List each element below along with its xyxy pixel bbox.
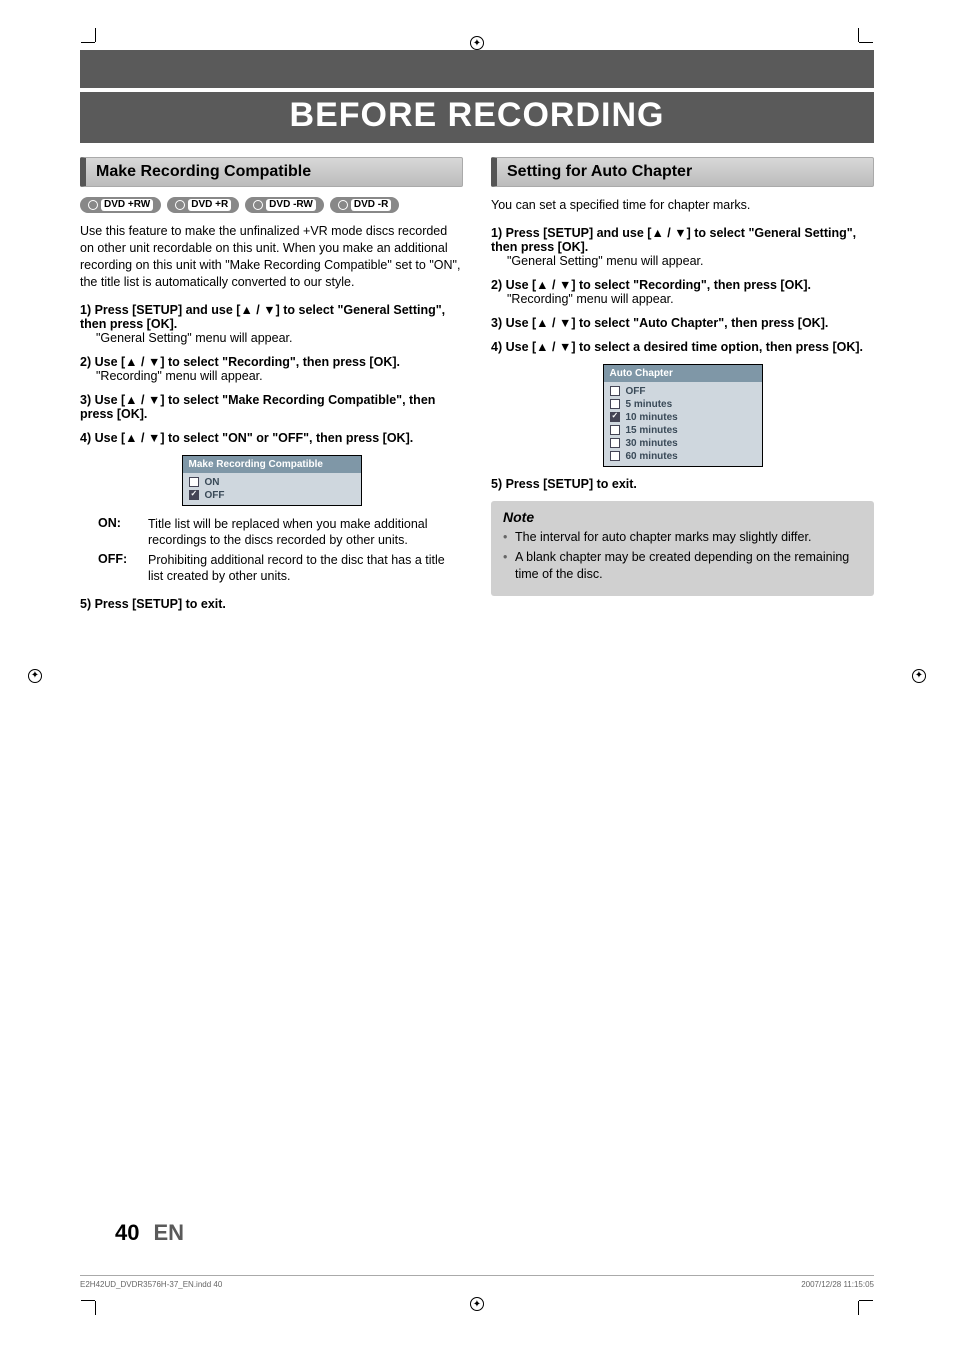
registration-mark-icon: ✦ bbox=[470, 36, 484, 50]
step-2: 2) Use [▲ / ▼] to select "Recording", th… bbox=[80, 355, 463, 383]
osd-option: 15 minutes bbox=[610, 424, 756, 437]
checkbox-icon bbox=[610, 425, 620, 435]
footer-right: 2007/12/28 11:15:05 bbox=[801, 1280, 874, 1289]
osd-menu-title: Make Recording Compatible bbox=[183, 456, 361, 473]
osd-option: OFF bbox=[189, 489, 355, 502]
registration-mark-icon: ✦ bbox=[470, 1297, 484, 1311]
disc-badge: DVD -R bbox=[330, 197, 399, 213]
step-4: 4) Use [▲ / ▼] to select a desired time … bbox=[491, 340, 874, 354]
step-5: 5) Press [SETUP] to exit. bbox=[80, 597, 463, 611]
disc-badge-row: DVD +RW DVD +R DVD -RW DVD -R bbox=[80, 197, 463, 213]
step-5: 5) Press [SETUP] to exit. bbox=[491, 477, 874, 491]
intro-text: You can set a specified time for chapter… bbox=[491, 197, 874, 214]
left-column: Make Recording Compatible DVD +RW DVD +R… bbox=[80, 157, 463, 621]
checkbox-icon bbox=[610, 438, 620, 448]
step-1: 1) Press [SETUP] and use [▲ / ▼] to sele… bbox=[80, 303, 463, 345]
note-box: Note The interval for auto chapter marks… bbox=[491, 501, 874, 596]
checkbox-icon bbox=[610, 451, 620, 461]
osd-menu-box: Auto Chapter OFF 5 minutes 10 minutes 15… bbox=[603, 364, 763, 467]
disc-badge: DVD -RW bbox=[245, 197, 324, 213]
osd-option: 10 minutes bbox=[610, 411, 756, 424]
step-2: 2) Use [▲ / ▼] to select "Recording", th… bbox=[491, 278, 874, 306]
osd-option: ON bbox=[189, 476, 355, 489]
page-body: BEFORE RECORDING Make Recording Compatib… bbox=[0, 0, 954, 681]
footer-left: E2H42UD_DVDR3576H-37_EN.indd 40 bbox=[80, 1280, 222, 1289]
definition-row: ON: Title list will be replaced when you… bbox=[98, 516, 463, 549]
disc-icon bbox=[253, 200, 263, 210]
page-number-row: 40 EN bbox=[115, 1220, 184, 1246]
checkbox-icon bbox=[610, 386, 620, 396]
osd-option: 5 minutes bbox=[610, 398, 756, 411]
osd-menu-box: Make Recording Compatible ON OFF bbox=[182, 455, 362, 506]
disc-icon bbox=[175, 200, 185, 210]
intro-text: Use this feature to make the unfinalized… bbox=[80, 223, 463, 291]
page-number: 40 bbox=[115, 1220, 139, 1246]
step-1: 1) Press [SETUP] and use [▲ / ▼] to sele… bbox=[491, 226, 874, 268]
crop-mark-icon bbox=[835, 42, 859, 66]
section-heading: Setting for Auto Chapter bbox=[491, 157, 874, 187]
footer: E2H42UD_DVDR3576H-37_EN.indd 40 2007/12/… bbox=[80, 1275, 874, 1289]
osd-option: 30 minutes bbox=[610, 437, 756, 450]
osd-option: OFF bbox=[610, 385, 756, 398]
disc-icon bbox=[88, 200, 98, 210]
note-item: A blank chapter may be created depending… bbox=[503, 549, 862, 583]
disc-badge: DVD +RW bbox=[80, 197, 161, 213]
section-heading: Make Recording Compatible bbox=[80, 157, 463, 187]
checkbox-icon bbox=[610, 412, 620, 422]
step-3: 3) Use [▲ / ▼] to select "Make Recording… bbox=[80, 393, 463, 421]
header-band bbox=[80, 50, 874, 88]
definition-row: OFF: Prohibiting additional record to th… bbox=[98, 552, 463, 585]
page-language: EN bbox=[153, 1220, 184, 1246]
definition-list: ON: Title list will be replaced when you… bbox=[98, 516, 463, 585]
checkbox-icon bbox=[189, 490, 199, 500]
registration-mark-icon: ✦ bbox=[912, 669, 926, 683]
right-column: Setting for Auto Chapter You can set a s… bbox=[491, 157, 874, 621]
step-3: 3) Use [▲ / ▼] to select "Auto Chapter",… bbox=[491, 316, 874, 330]
chapter-title: BEFORE RECORDING bbox=[80, 92, 874, 143]
checkbox-icon bbox=[189, 477, 199, 487]
osd-menu-title: Auto Chapter bbox=[604, 365, 762, 382]
note-title: Note bbox=[503, 509, 862, 525]
disc-badge: DVD +R bbox=[167, 197, 239, 213]
osd-option: 60 minutes bbox=[610, 450, 756, 463]
step-4: 4) Use [▲ / ▼] to select "ON" or "OFF", … bbox=[80, 431, 463, 445]
note-item: The interval for auto chapter marks may … bbox=[503, 529, 862, 546]
disc-icon bbox=[338, 200, 348, 210]
crop-mark-icon bbox=[95, 42, 119, 66]
checkbox-icon bbox=[610, 399, 620, 409]
registration-mark-icon: ✦ bbox=[28, 669, 42, 683]
